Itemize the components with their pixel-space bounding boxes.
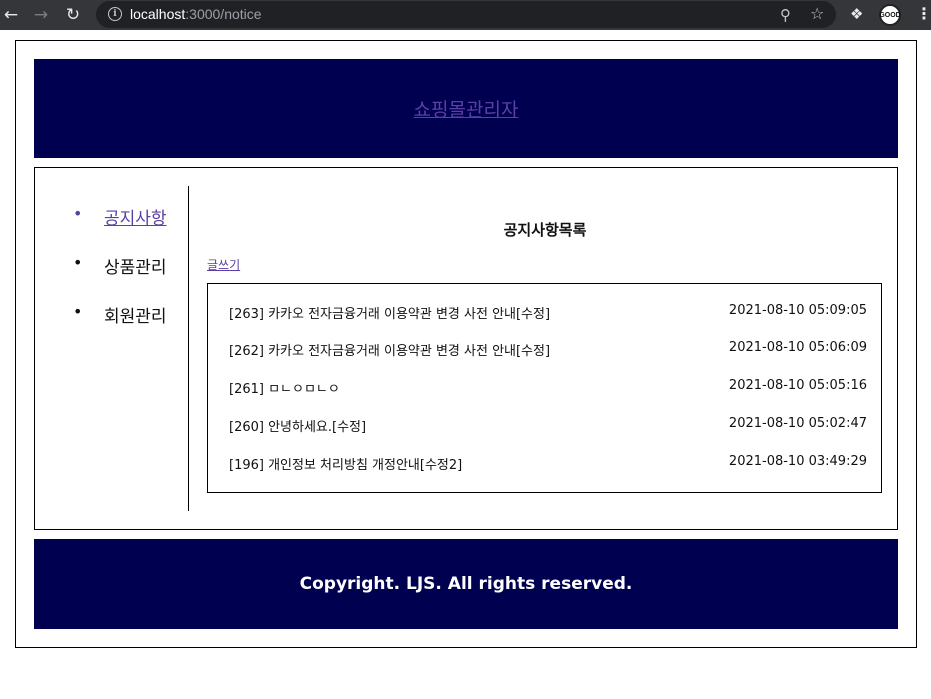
sidebar: 공지사항 상품관리 회원관리 [35,186,189,511]
list-item[interactable]: [262] 카카오 전자금융거래 이용약관 변경 사전 안내[수정] 2021-… [229,340,867,360]
sidebar-item-notice[interactable]: 공지사항 [73,204,167,253]
notice-title[interactable]: [261] ㅁㄴㅇㅁㄴㅇ [229,378,340,397]
main-panel: 공지사항목록 글쓰기 [263] 카카오 전자금융거래 이용약관 변경 사전 안… [207,168,883,528]
sidebar-item-products[interactable]: 상품관리 [73,253,167,302]
site-title-link[interactable]: 쇼핑몰관리자 [414,95,519,122]
info-icon[interactable]: i [108,7,122,21]
notice-list: [263] 카카오 전자금융거래 이용약관 변경 사전 안내[수정] 2021-… [207,283,882,493]
notice-title[interactable]: [263] 카카오 전자금융거래 이용약관 변경 사전 안내[수정] [229,303,550,322]
notice-date: 2021-08-10 03:49:29 [728,454,867,469]
sidebar-item-members[interactable]: 회원관리 [73,302,167,351]
site-header: 쇼핑몰관리자 [34,59,898,158]
url-text[interactable]: localhost:3000/notice [130,6,262,22]
notice-title[interactable]: [260] 안녕하세요.[수정] [229,416,366,435]
avatar[interactable]: GOOD [879,4,901,26]
list-item[interactable]: [261] ㅁㄴㅇㅁㄴㅇ 2021-08-10 05:05:16 [229,378,867,398]
write-link[interactable]: 글쓰기 [207,256,240,273]
footer-copyright: Copyright. LJS. All rights reserved. [299,574,633,594]
browser-toolbar: ← → ↻ i localhost:3000/notice ⚲ ☆ ❖ GOOD… [0,0,931,30]
list-item[interactable]: [263] 카카오 전자금융거래 이용약관 변경 사전 안내[수정] 2021-… [229,303,867,323]
menu-icon[interactable]: ⋮ [916,4,931,23]
forward-icon[interactable]: → [30,4,52,26]
extensions-icon[interactable]: ❖ [850,5,863,23]
back-icon[interactable]: ← [0,4,22,26]
page-title: 공지사항목록 [503,221,587,239]
sidebar-menu: 공지사항 상품관리 회원관리 [73,204,167,351]
url-path: :3000/notice [185,6,262,22]
notice-date: 2021-08-10 05:06:09 [728,340,867,355]
notice-date: 2021-08-10 05:05:16 [728,378,867,393]
notice-title[interactable]: [262] 카카오 전자금융거래 이용약관 변경 사전 안내[수정] [229,340,550,359]
notice-date: 2021-08-10 05:09:05 [728,303,867,318]
notice-title[interactable]: [196] 개인정보 처리방침 개정안내[수정2] [229,454,462,473]
list-item[interactable]: [196] 개인정보 처리방침 개정안내[수정2] 2021-08-10 03:… [229,454,867,474]
reload-icon[interactable]: ↻ [62,4,84,26]
notice-date: 2021-08-10 05:02:47 [728,416,867,431]
content-area: 공지사항 상품관리 회원관리 공지사항목록 글쓰기 [263] 카카오 전자금융… [34,167,898,530]
zoom-icon[interactable]: ⚲ [780,6,791,24]
star-icon[interactable]: ☆ [810,4,824,23]
url-host: localhost [130,6,186,22]
address-bar[interactable]: i localhost:3000/notice ⚲ ☆ [96,1,836,28]
site-footer: Copyright. LJS. All rights reserved. [34,539,898,629]
list-item[interactable]: [260] 안녕하세요.[수정] 2021-08-10 05:02:47 [229,416,867,436]
